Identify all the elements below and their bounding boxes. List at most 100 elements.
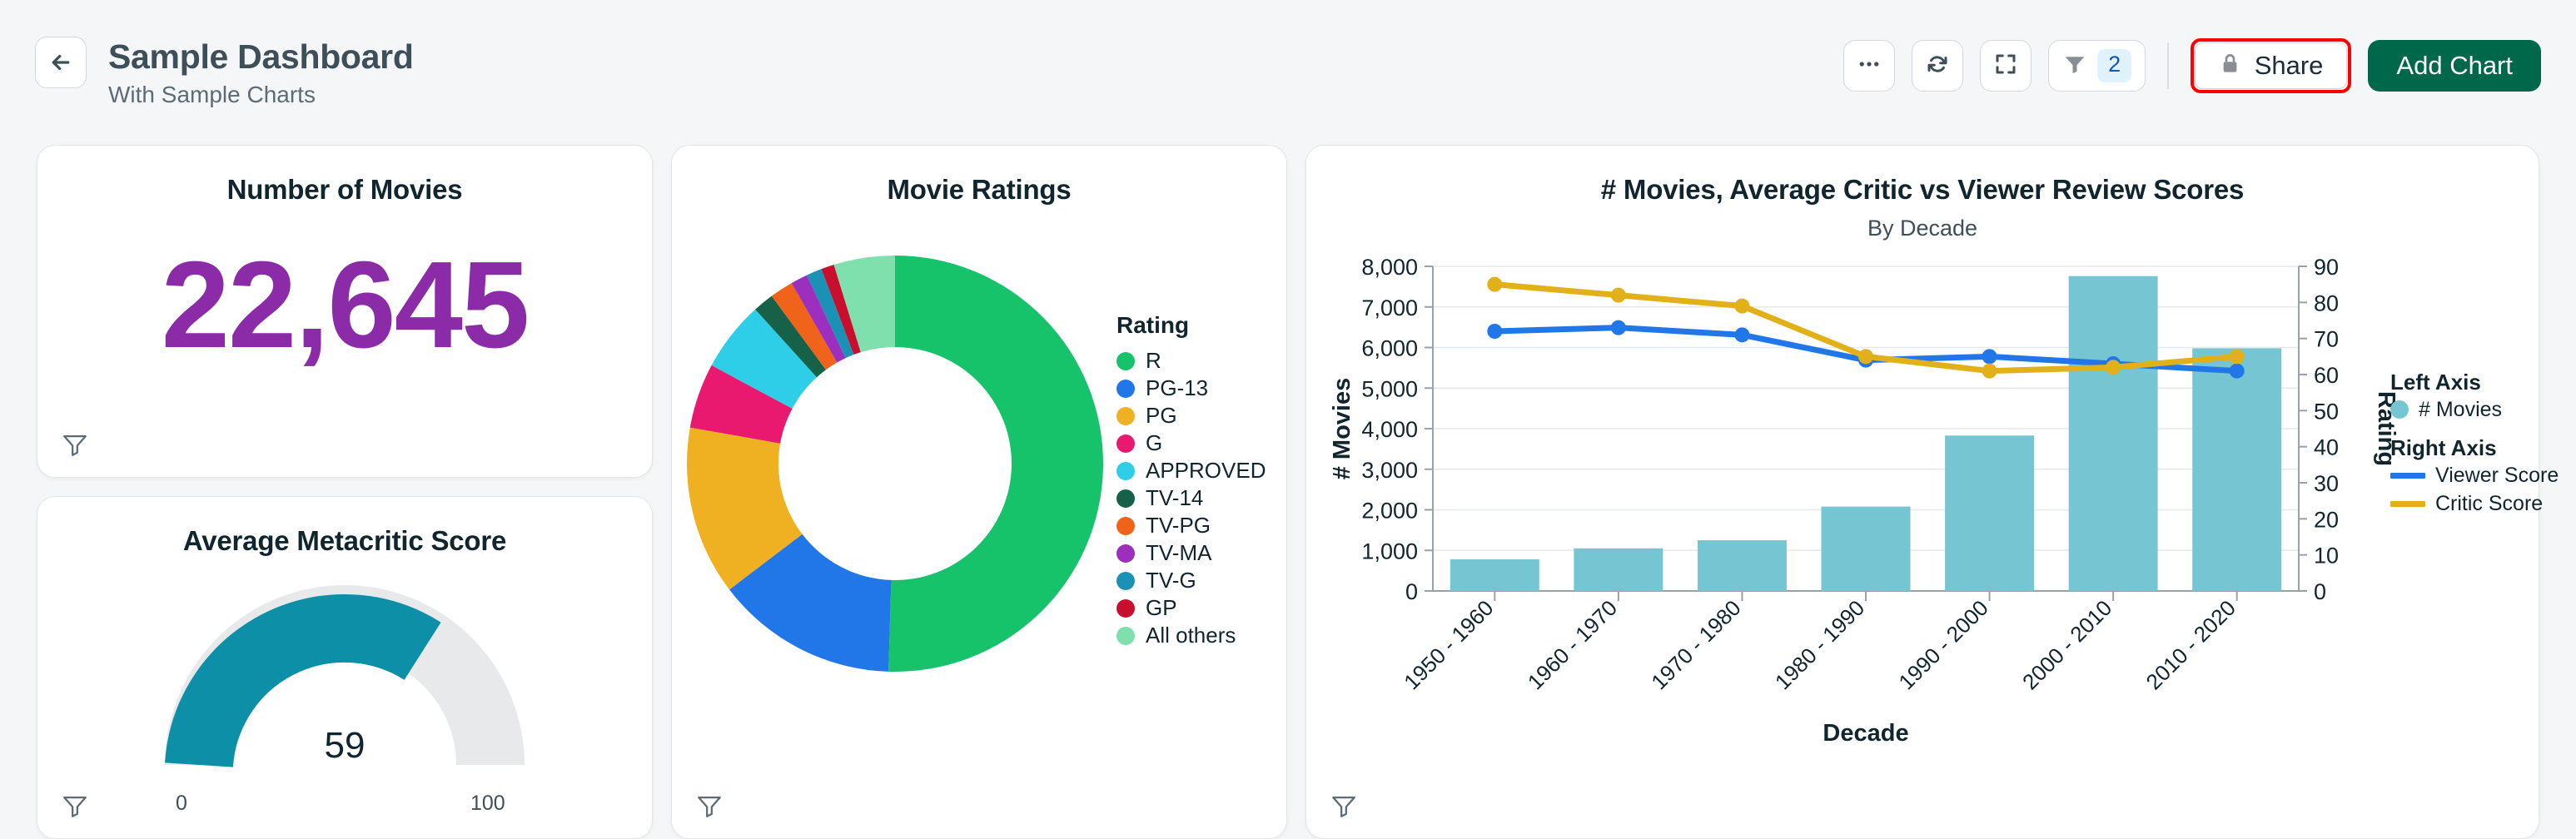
bar[interactable] <box>1574 549 1663 591</box>
refresh-button[interactable] <box>1912 40 1963 92</box>
ellipsis-icon <box>1857 52 1882 81</box>
line-data-point[interactable] <box>1487 324 1502 339</box>
big-number-value: 22,645 <box>37 244 652 367</box>
add-chart-button[interactable]: Add Chart <box>2368 40 2541 92</box>
line-data-point[interactable] <box>1858 349 1873 364</box>
y-axis-tick-label: 1,000 <box>1361 539 1418 563</box>
legend-item-label: TV-14 <box>1146 485 1203 511</box>
back-button[interactable] <box>35 37 87 88</box>
gauge-min-label: 0 <box>176 792 187 816</box>
legend-item[interactable]: APPROVED <box>1116 457 1266 484</box>
legend-item-label: R <box>1146 348 1161 374</box>
line-data-point[interactable] <box>1734 299 1749 314</box>
number-of-movies-card: Number of Movies 22,645 <box>37 145 653 478</box>
legend-item[interactable]: R <box>1116 347 1266 375</box>
refresh-icon <box>1925 52 1950 81</box>
share-button[interactable]: Share <box>2195 42 2348 89</box>
line-data-point[interactable] <box>1611 288 1626 303</box>
legend-item[interactable]: G <box>1116 429 1266 457</box>
combo-legend-item[interactable]: Critic Score <box>2390 489 2559 518</box>
combo-legend-item[interactable]: Viewer Score <box>2390 461 2559 489</box>
y-axis-tick-label: 8,000 <box>1361 255 1418 280</box>
bar[interactable] <box>1698 540 1787 591</box>
dashboard-header: Sample Dashboard With Sample Charts <box>0 0 2576 140</box>
y-axis-title: # Movies <box>1329 378 1355 480</box>
gauge-max-label: 100 <box>470 792 505 816</box>
card-filter-icon[interactable] <box>695 792 724 820</box>
fullscreen-button[interactable] <box>1980 40 2031 92</box>
donut-slice[interactable] <box>888 256 1103 672</box>
line-data-point[interactable] <box>1611 320 1626 335</box>
page-title: Sample Dashboard <box>108 38 414 77</box>
legend-color-swatch <box>1116 489 1135 508</box>
y2-axis-tick-label: 60 <box>2314 363 2339 388</box>
combo-legend-label: # Movies <box>2419 398 2502 422</box>
card-title: Average Metacritic Score <box>37 497 652 557</box>
y-axis-tick-label: 5,000 <box>1361 376 1418 401</box>
donut-svg <box>679 214 1111 680</box>
bar[interactable] <box>2069 276 2158 591</box>
legend-item[interactable]: TV-14 <box>1116 484 1266 512</box>
y-axis-tick-label: 0 <box>1405 579 1418 604</box>
movie-ratings-card: Movie Ratings Rating RPG-13PGGAPPROVEDTV… <box>671 145 1287 839</box>
movies-critic-viewer-card: # Movies, Average Critic vs Viewer Revie… <box>1305 145 2539 839</box>
header-actions: 2 Share Add Chart <box>1843 0 2576 93</box>
line-data-point[interactable] <box>2230 349 2245 364</box>
legend-item[interactable]: PG <box>1116 402 1266 429</box>
legend-item[interactable]: TV-PG <box>1116 512 1266 539</box>
bar[interactable] <box>1945 435 2034 591</box>
donut-legend: Rating RPG-13PGGAPPROVEDTV-14TV-PGTV-MAT… <box>1116 312 1266 649</box>
legend-color-swatch <box>2390 501 2425 507</box>
line-data-point[interactable] <box>2106 360 2121 375</box>
more-options-button[interactable] <box>1843 40 1895 92</box>
x-axis-tick-label: 1950 - 1960 <box>1399 595 1498 694</box>
legend-item[interactable]: GP <box>1116 594 1266 622</box>
gauge-chart: 59 0 100 <box>37 573 652 823</box>
legend-title: Rating <box>1116 312 1266 339</box>
filter-button[interactable]: 2 <box>2048 40 2146 92</box>
legend-color-swatch <box>2390 400 2409 419</box>
y-axis-tick-label: 7,000 <box>1361 295 1418 320</box>
legend-item-label: All others <box>1146 623 1236 648</box>
line-data-point[interactable] <box>1487 277 1502 292</box>
y2-axis-tick-label: 0 <box>2314 579 2326 604</box>
legend-item-label: PG <box>1146 403 1177 429</box>
legend-color-swatch <box>1116 434 1135 453</box>
legend-left-axis-heading: Left Axis <box>2390 370 2559 395</box>
fullscreen-icon <box>1993 52 2018 81</box>
legend-item[interactable]: PG-13 <box>1116 375 1266 402</box>
x-axis-tick-label: 2000 - 2010 <box>2017 595 2116 694</box>
legend-item-label: TV-PG <box>1146 513 1211 539</box>
y-axis-tick-label: 3,000 <box>1361 458 1418 483</box>
card-filter-icon[interactable] <box>1330 792 1358 820</box>
y2-axis-tick-label: 30 <box>2314 471 2339 496</box>
line-data-point[interactable] <box>1982 364 1997 379</box>
x-axis-title: Decade <box>1823 720 1908 747</box>
combo-legend: Left Axis # Movies Right Axis Viewer Sco… <box>2390 370 2559 518</box>
filter-count-badge: 2 <box>2097 49 2131 82</box>
combo-legend-item[interactable]: # Movies <box>2390 395 2559 424</box>
card-filter-icon[interactable] <box>61 792 89 820</box>
header-left-group: Sample Dashboard With Sample Charts <box>0 0 414 108</box>
legend-color-swatch <box>1116 627 1135 645</box>
line-data-point[interactable] <box>1982 349 1997 364</box>
x-axis-tick-label: 1990 - 2000 <box>1893 595 1992 694</box>
legend-item[interactable]: TV-G <box>1116 567 1266 594</box>
y2-axis-tick-label: 40 <box>2314 435 2339 460</box>
y2-axis-tick-label: 10 <box>2314 544 2339 568</box>
line-data-point[interactable] <box>1734 327 1749 342</box>
x-axis-tick-label: 2010 - 2020 <box>2141 595 2240 694</box>
x-axis-tick-label: 1980 - 1990 <box>1770 595 1869 694</box>
bar[interactable] <box>2192 348 2281 591</box>
bar[interactable] <box>1450 559 1539 591</box>
card-title: Movie Ratings <box>672 146 1286 206</box>
legend-color-swatch <box>2390 473 2425 479</box>
card-filter-icon[interactable] <box>61 430 89 459</box>
legend-item[interactable]: TV-MA <box>1116 539 1266 567</box>
legend-color-swatch <box>1116 380 1135 398</box>
line-data-point[interactable] <box>2230 364 2245 379</box>
card-title: # Movies, Average Critic vs Viewer Revie… <box>1306 146 2539 206</box>
toolbar-divider <box>2167 42 2169 89</box>
legend-item[interactable]: All others <box>1116 622 1266 649</box>
bar[interactable] <box>1822 507 1911 591</box>
